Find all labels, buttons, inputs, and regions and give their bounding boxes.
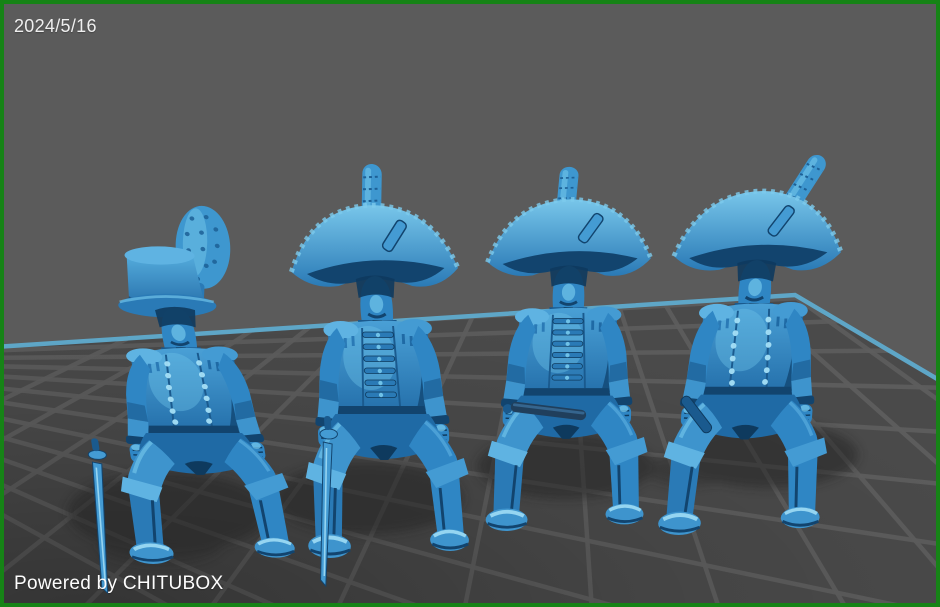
chitubox-preview-window: 2024/5/16 Powered by CHITUBOX bbox=[0, 0, 940, 607]
3d-viewport[interactable] bbox=[4, 4, 936, 603]
